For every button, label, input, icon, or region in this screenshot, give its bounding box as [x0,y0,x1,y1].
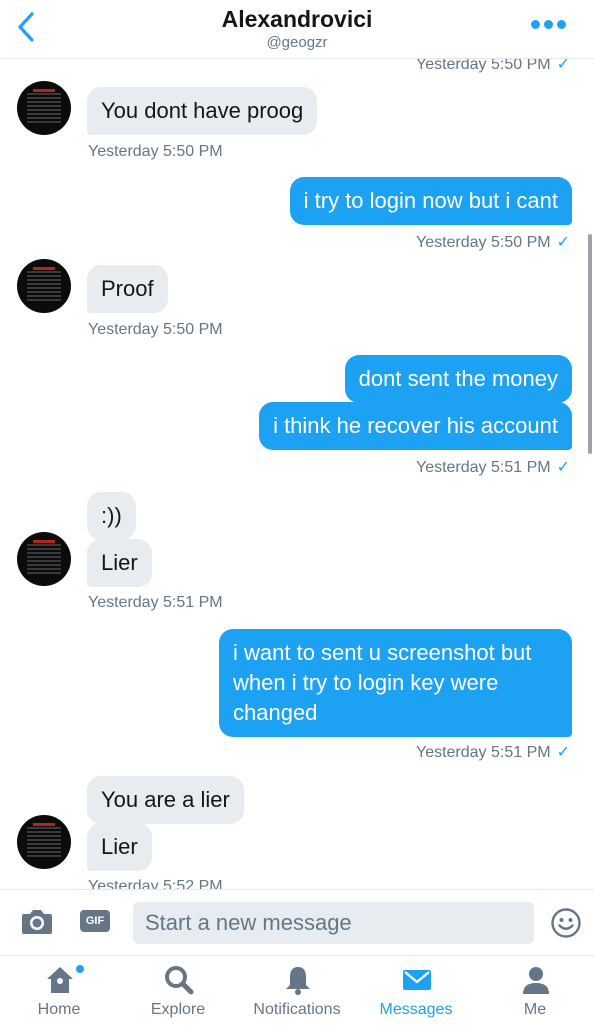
conversation-handle: @geogzr [266,34,328,51]
message-bubble-outgoing[interactable]: dont sent the money [344,355,572,403]
bell-icon [286,967,310,995]
message-line: changed [233,700,318,725]
scrollbar[interactable] [588,234,592,454]
tab-explore[interactable]: Explore [119,956,237,1025]
tab-label: Home [37,1001,81,1018]
tab-label: Messages [379,1001,453,1018]
message-bubble-incoming[interactable]: You are a lier [87,776,244,824]
read-check-icon: ✓ [556,234,570,251]
conversation-title[interactable]: Alexandrovici [0,6,594,33]
conversation-header: Alexandrovici @geogzr [0,0,594,59]
message-timestamp: Yesterday 5:50 PM ✓ [415,234,570,251]
avatar[interactable] [17,815,71,869]
read-check-icon: ✓ [556,744,570,761]
message-bubble-incoming[interactable]: Lier [87,539,152,587]
message-line: when i try to login key were [233,670,499,695]
tab-label: Explore [150,1001,206,1018]
message-bubble-outgoing[interactable]: i want to sent u screenshot but when i t… [219,629,572,737]
message-bubble-incoming[interactable]: Lier [87,823,152,871]
read-check-icon: ✓ [556,459,570,476]
message-bubble-incoming[interactable]: :)) [87,492,136,540]
tab-me[interactable]: Me [476,956,594,1025]
message-input[interactable] [133,902,534,944]
tab-label: Me [523,1001,547,1018]
read-check-icon: ✓ [556,59,570,73]
new-content-dot [76,965,84,973]
message-timestamp: Yesterday 5:51 PM ✓ [415,744,570,761]
tab-messages[interactable]: Messages [357,956,475,1025]
avatar[interactable] [17,532,71,586]
tab-home[interactable]: Home [0,956,118,1025]
search-icon [165,966,194,995]
avatar[interactable] [17,81,71,135]
more-options-icon[interactable] [531,20,566,29]
tab-bar: Home Explore Notifications Messages Me [0,955,594,1025]
avatar[interactable] [17,259,71,313]
emoji-icon[interactable] [550,907,582,939]
message-timestamp: Yesterday 5:50 PM ✓ [416,59,570,74]
envelope-icon [403,970,431,990]
message-timestamp: Yesterday 5:51 PM ✓ [415,459,570,476]
message-timestamp: Yesterday 5:52 PM [88,878,223,889]
message-timestamp: Yesterday 5:50 PM [88,143,223,160]
gif-button[interactable]: GIF [80,910,110,932]
camera-icon[interactable] [20,907,54,937]
message-timestamp: Yesterday 5:50 PM [88,321,223,338]
message-bubble-outgoing[interactable]: i think he recover his account [259,402,572,450]
message-list[interactable]: Yesterday 5:50 PM ✓ You dont have proog Y… [0,59,594,889]
message-bubble-incoming[interactable]: Proof [87,265,168,313]
tab-label: Notifications [253,1001,341,1018]
tab-notifications[interactable]: Notifications [238,956,356,1025]
message-timestamp: Yesterday 5:51 PM [88,594,223,611]
message-composer: GIF [0,889,594,956]
message-bubble-incoming[interactable]: You dont have proog [87,87,318,135]
message-bubble-outgoing[interactable]: i try to login now but i cant [289,177,572,225]
person-icon [523,967,549,994]
message-line: i want to sent u screenshot but [233,640,532,665]
home-icon [47,967,73,993]
